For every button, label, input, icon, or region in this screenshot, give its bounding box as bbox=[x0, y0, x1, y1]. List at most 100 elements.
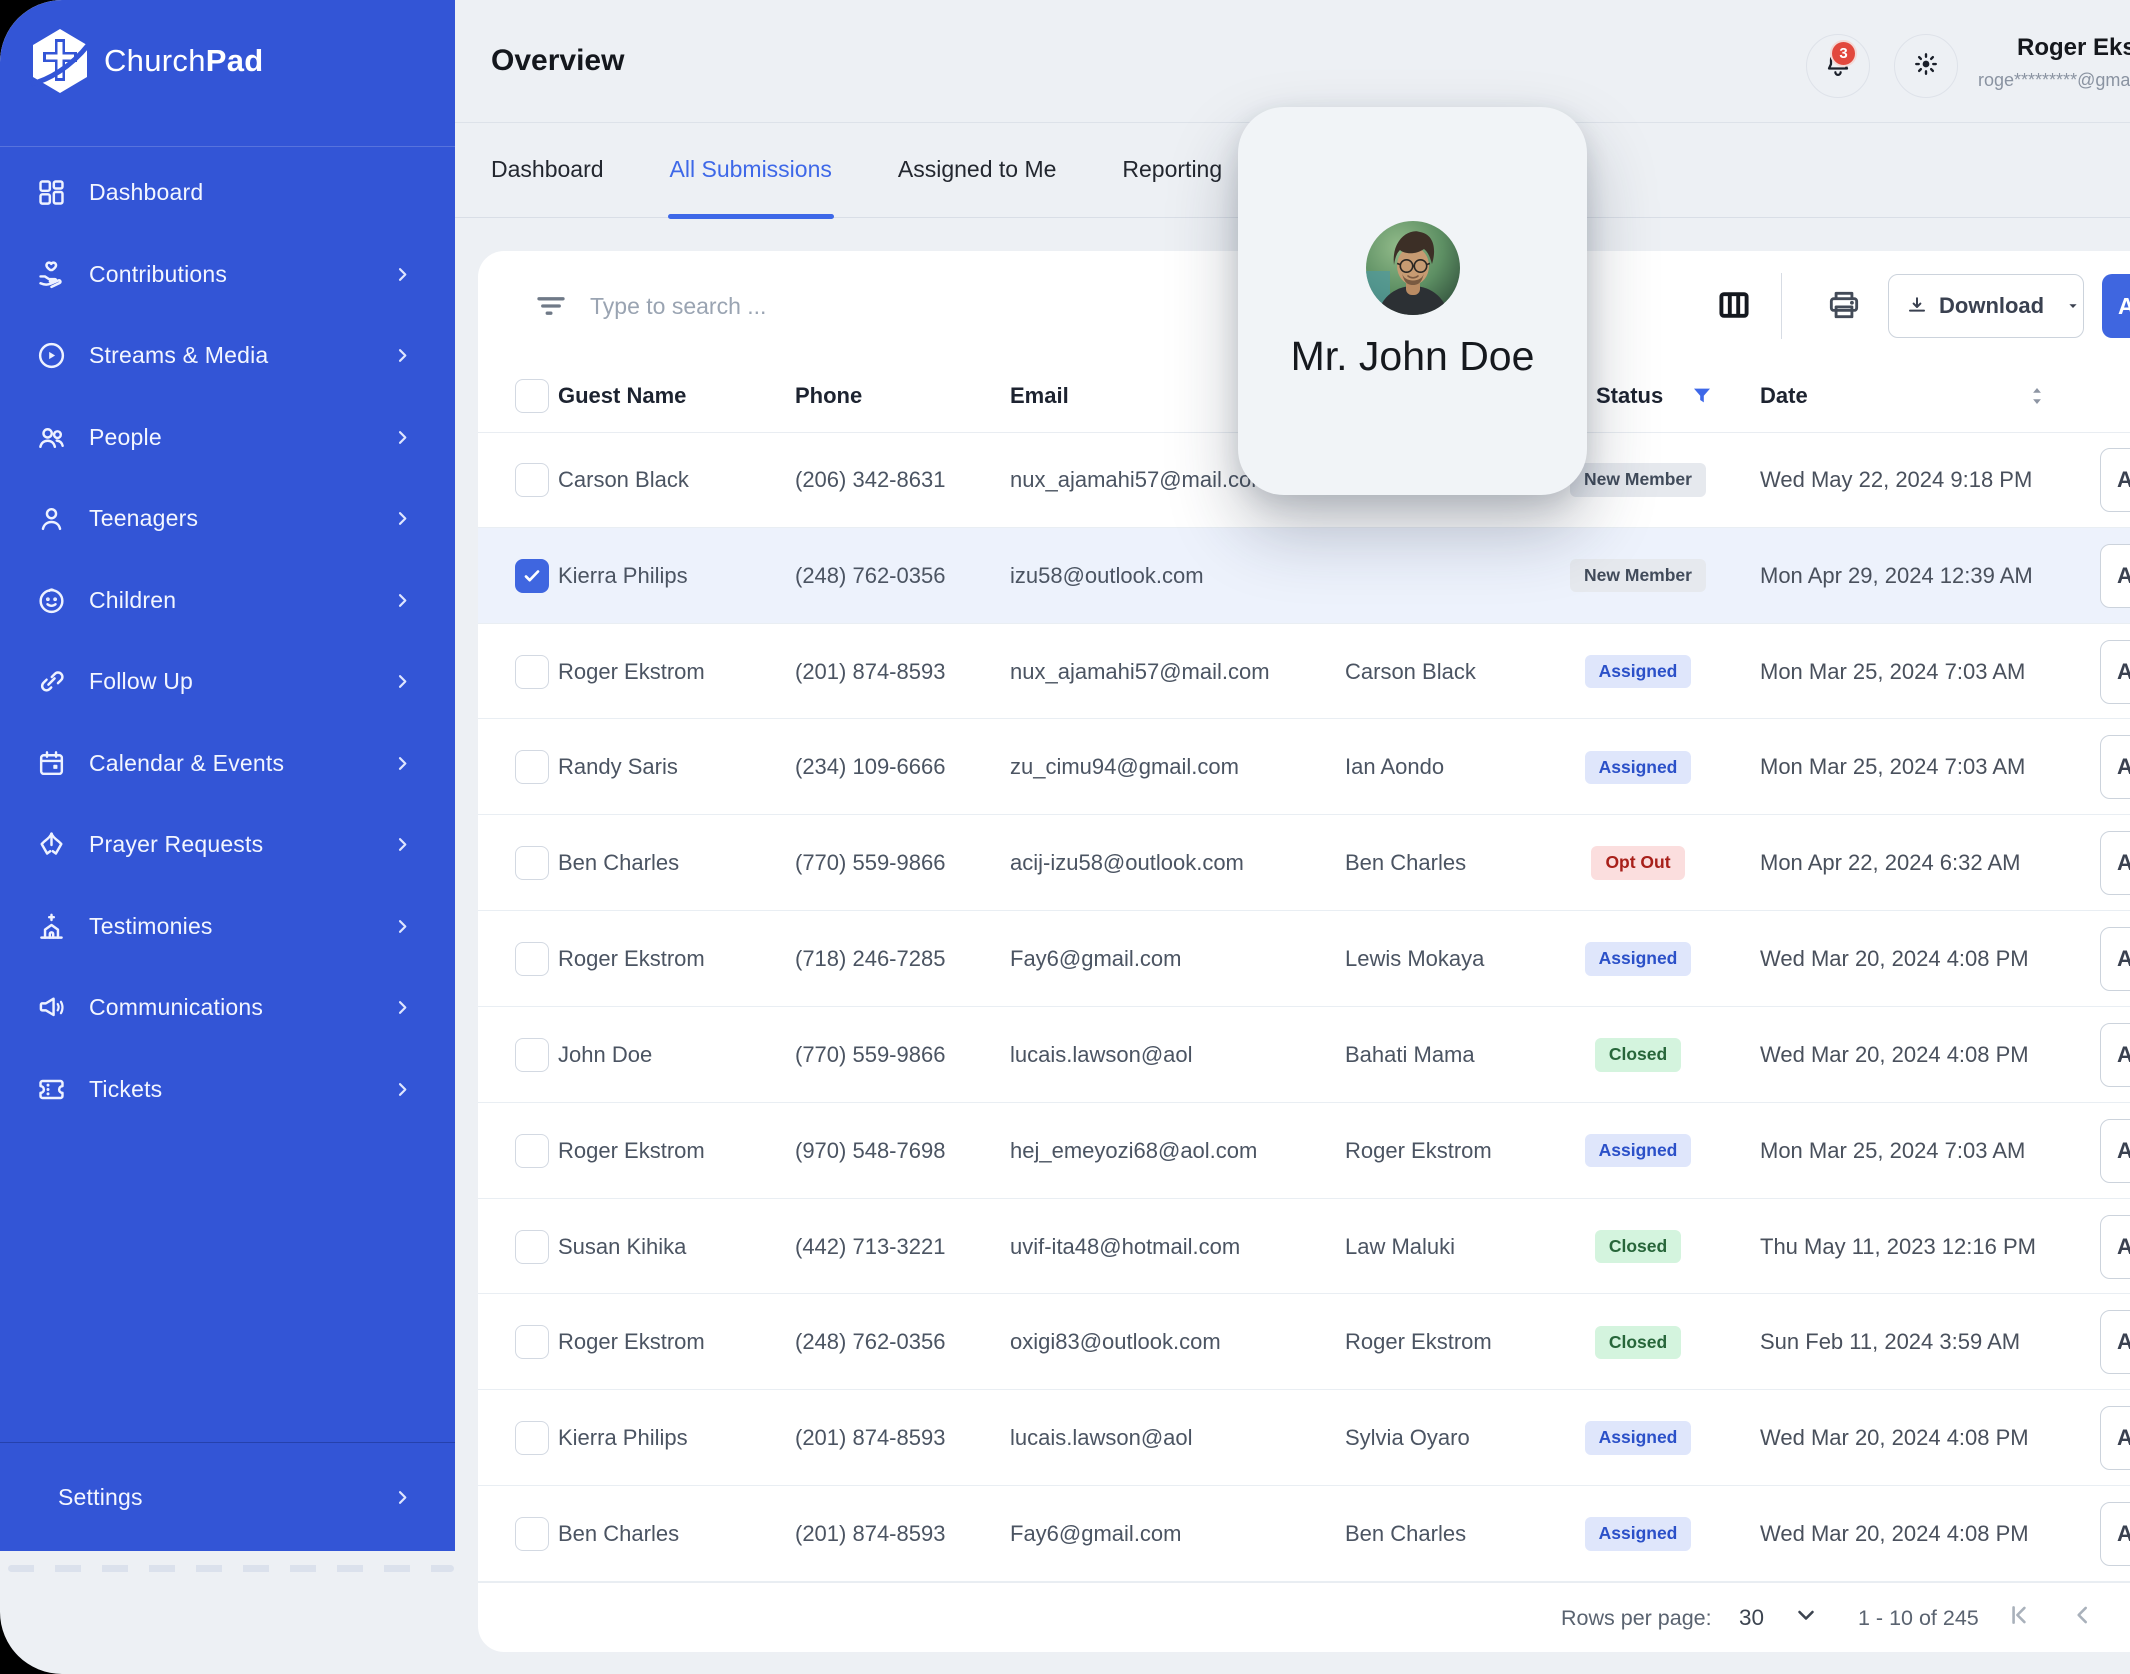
sun-icon bbox=[1911, 49, 1941, 84]
sidebar-nav: DashboardContributionsStreams & MediaPeo… bbox=[0, 152, 455, 1130]
sidebar-item-follow-up[interactable]: Follow Up bbox=[0, 641, 455, 723]
status-filter-icon[interactable] bbox=[1690, 384, 1714, 408]
theme-toggle-button[interactable] bbox=[1894, 34, 1958, 98]
tab-dashboard[interactable]: Dashboard bbox=[491, 122, 604, 217]
cell-date: Mon Mar 25, 2024 7:03 AM bbox=[1760, 624, 2025, 720]
table-row[interactable]: Roger Ekstrom(248) 762-0356oxigi83@outlo… bbox=[478, 1294, 2130, 1390]
sidebar-item-people[interactable]: People bbox=[0, 397, 455, 479]
toolbar-divider bbox=[1781, 273, 1782, 339]
notification-badge: 3 bbox=[1830, 40, 1857, 67]
tab-assigned-to-me[interactable]: Assigned to Me bbox=[898, 122, 1057, 217]
chevron-right-icon bbox=[394, 673, 411, 690]
cell-email: zu_cimu94@gmail.com bbox=[1010, 719, 1239, 815]
cell-email: uvif-ita48@hotmail.com bbox=[1010, 1199, 1240, 1295]
first-page-button[interactable] bbox=[2006, 1583, 2032, 1653]
cell-phone: (770) 559-9866 bbox=[795, 815, 945, 911]
sidebar-item-label: Teenagers bbox=[89, 505, 372, 532]
sidebar-item-tickets[interactable]: Tickets bbox=[0, 1049, 455, 1131]
user-name[interactable]: Roger Ekstr bbox=[2017, 34, 2130, 62]
sidebar-item-prayer-requests[interactable]: Prayer Requests bbox=[0, 804, 455, 886]
row-action-button[interactable]: A bbox=[2100, 1406, 2130, 1470]
row-checkbox[interactable] bbox=[515, 942, 549, 976]
row-action-button[interactable]: A bbox=[2100, 448, 2130, 512]
row-action-button[interactable]: A bbox=[2100, 640, 2130, 704]
row-checkbox[interactable] bbox=[515, 655, 549, 689]
notifications-button[interactable]: 3 bbox=[1806, 34, 1870, 98]
row-action-button[interactable]: A bbox=[2100, 544, 2130, 608]
sidebar-item-teenagers[interactable]: Teenagers bbox=[0, 478, 455, 560]
row-action-button[interactable]: A bbox=[2100, 1023, 2130, 1087]
row-action-button[interactable]: A bbox=[2100, 1502, 2130, 1566]
user-email: roge*********@gmail bbox=[1978, 70, 2130, 91]
primary-action-button[interactable]: A bbox=[2102, 274, 2130, 338]
table-row[interactable]: Susan Kihika(442) 713-3221uvif-ita48@hot… bbox=[478, 1199, 2130, 1295]
cell-assigned-to: Ian Aondo bbox=[1345, 719, 1444, 815]
cell-guest-name: Ben Charles bbox=[558, 1486, 679, 1582]
table-row[interactable]: Ben Charles(201) 874-8593Fay6@gmail.comB… bbox=[478, 1486, 2130, 1582]
table-row[interactable]: Roger Ekstrom(201) 874-8593nux_ajamahi57… bbox=[478, 624, 2130, 720]
row-action-button[interactable]: A bbox=[2100, 1215, 2130, 1279]
print-icon[interactable] bbox=[1824, 286, 1864, 324]
row-checkbox[interactable] bbox=[515, 750, 549, 784]
status-badge: Assigned bbox=[1585, 1421, 1692, 1455]
table-row[interactable]: Ben Charles(770) 559-9866acij-izu58@outl… bbox=[478, 815, 2130, 911]
column-header-guest-name: Guest Name bbox=[558, 360, 686, 432]
table-row[interactable]: Roger Ekstrom(718) 246-7285Fay6@gmail.co… bbox=[478, 911, 2130, 1007]
select-all-checkbox[interactable] bbox=[515, 379, 549, 413]
cell-guest-name: Susan Kihika bbox=[558, 1199, 686, 1295]
rows-per-page-dropdown[interactable] bbox=[1794, 1583, 1818, 1653]
cell-date: Sun Feb 11, 2024 3:59 AM bbox=[1760, 1294, 2020, 1390]
row-checkbox[interactable] bbox=[515, 1325, 549, 1359]
sidebar-item-children[interactable]: Children bbox=[0, 560, 455, 642]
sidebar-item-streams-media[interactable]: Streams & Media bbox=[0, 315, 455, 397]
sidebar-item-label: Calendar & Events bbox=[89, 750, 372, 777]
table-row[interactable]: John Doe(770) 559-9866lucais.lawson@aolB… bbox=[478, 1007, 2130, 1103]
logo[interactable]: ChurchPad bbox=[30, 28, 264, 94]
sidebar-item-label: Testimonies bbox=[89, 913, 372, 940]
row-checkbox[interactable] bbox=[515, 1038, 549, 1072]
table-row[interactable]: Roger Ekstrom(970) 548-7698hej_emeyozi68… bbox=[478, 1103, 2130, 1199]
table-row[interactable]: Kierra Philips(248) 762-0356izu58@outloo… bbox=[478, 528, 2130, 624]
columns-icon[interactable] bbox=[1715, 287, 1753, 323]
row-action-button[interactable]: A bbox=[2100, 1310, 2130, 1374]
table-row[interactable]: Randy Saris(234) 109-6666zu_cimu94@gmail… bbox=[478, 719, 2130, 815]
row-checkbox[interactable] bbox=[515, 1517, 549, 1551]
column-header-status[interactable]: Status bbox=[1596, 360, 1663, 432]
column-header-date[interactable]: Date bbox=[1760, 360, 1808, 432]
top-bar: Overview 3 Roger Ekstr roge*********@gma… bbox=[455, 0, 2130, 123]
table-body: Carson Black(206) 342-8631nux_ajamahi57@… bbox=[478, 432, 2130, 1582]
previous-page-button[interactable] bbox=[2070, 1583, 2096, 1653]
churchpad-logo-icon bbox=[30, 28, 90, 94]
row-checkbox[interactable] bbox=[515, 463, 549, 497]
row-action-button[interactable]: A bbox=[2100, 831, 2130, 895]
sidebar-item-dashboard[interactable]: Dashboard bbox=[0, 152, 455, 234]
sidebar-item-communications[interactable]: Communications bbox=[0, 967, 455, 1049]
cell-email: Fay6@gmail.com bbox=[1010, 1486, 1182, 1582]
cell-email: oxigi83@outlook.com bbox=[1010, 1294, 1221, 1390]
row-action-button[interactable]: A bbox=[2100, 1119, 2130, 1183]
sidebar-item-settings[interactable]: Settings bbox=[0, 1442, 455, 1552]
tab-reporting[interactable]: Reporting bbox=[1122, 122, 1222, 217]
row-action-button[interactable]: A bbox=[2100, 735, 2130, 799]
sidebar-item-contributions[interactable]: Contributions bbox=[0, 234, 455, 316]
row-checkbox[interactable] bbox=[515, 846, 549, 880]
chevron-right-icon bbox=[394, 266, 411, 283]
download-button[interactable]: Download bbox=[1888, 274, 2084, 338]
row-checkbox[interactable] bbox=[515, 559, 549, 593]
row-checkbox[interactable] bbox=[515, 1230, 549, 1264]
sidebar-item-calendar-events[interactable]: Calendar & Events bbox=[0, 723, 455, 805]
cell-assigned-to: Roger Ekstrom bbox=[1345, 1294, 1492, 1390]
sidebar-item-testimonies[interactable]: Testimonies bbox=[0, 886, 455, 968]
row-checkbox[interactable] bbox=[515, 1134, 549, 1168]
teenagers-icon bbox=[36, 503, 67, 534]
cell-status: Closed bbox=[1558, 1199, 1718, 1295]
search-input[interactable]: Type to search ... bbox=[590, 251, 1190, 361]
cell-date: Wed Mar 20, 2024 4:08 PM bbox=[1760, 1007, 2029, 1103]
row-checkbox[interactable] bbox=[515, 1421, 549, 1455]
calendar-events-icon bbox=[36, 748, 67, 779]
row-action-button[interactable]: A bbox=[2100, 927, 2130, 991]
date-sort-icon[interactable] bbox=[2024, 382, 2050, 410]
tab-all-submissions[interactable]: All Submissions bbox=[670, 122, 832, 217]
rows-per-page-value[interactable]: 30 bbox=[1739, 1583, 1764, 1653]
table-row[interactable]: Kierra Philips(201) 874-8593lucais.lawso… bbox=[478, 1390, 2130, 1486]
